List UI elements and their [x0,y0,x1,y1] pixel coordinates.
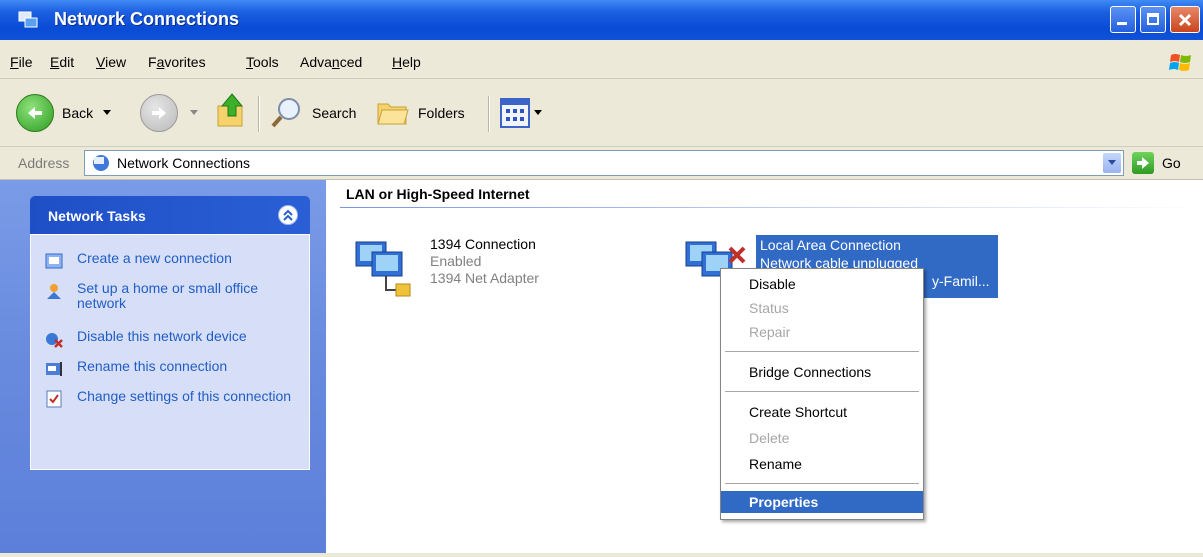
address-value: Network Connections [117,155,251,171]
chevron-down-icon [103,110,112,115]
back-arrow-icon [16,94,54,132]
group-divider [340,207,1200,208]
menu-view[interactable]: View [96,54,126,70]
window-bottom-edge [0,553,1203,557]
menu-favorites[interactable]: Favorites [148,54,206,70]
address-input[interactable]: Network Connections [84,150,1124,176]
menu-item-create-shortcut[interactable]: Create Shortcut [721,401,923,423]
address-dropdown-button[interactable] [1103,153,1121,173]
disable-device-icon [46,333,63,348]
views-icon [500,98,530,128]
task-change-settings[interactable]: Change settings of this connection [45,389,305,408]
address-bar: Address Network Connections Go [0,147,1203,180]
back-button[interactable]: Back [16,94,112,132]
connection-name: 1394 Connection [430,236,536,252]
collapse-button[interactable] [278,205,298,225]
minimize-icon [1117,22,1127,25]
menu-item-rename[interactable]: Rename [721,453,923,475]
network-connections-icon [93,155,109,171]
network-connection-icon [355,241,411,297]
chevron-up-icon [283,209,293,221]
menu-item-disable[interactable]: Disable [721,273,923,295]
task-create-connection[interactable]: Create a new connection [45,251,305,270]
menu-file[interactable]: File [10,54,33,70]
views-button[interactable] [500,98,542,128]
menu-item-properties[interactable]: Properties [721,491,923,513]
group-title: LAN or High-Speed Internet [346,186,530,202]
up-folder-button[interactable] [214,92,248,130]
title-bar[interactable]: Network Connections [0,0,1203,40]
toolbar-separator [258,96,260,132]
network-tasks-title: Network Tasks [48,208,146,224]
network-tasks-panel: Network Tasks Create a new connection Se… [30,196,310,470]
folders-icon [377,103,409,125]
menu-item-delete: Delete [749,430,790,446]
menu-separator [725,351,919,352]
maximize-icon [1147,13,1159,25]
menu-edit[interactable]: Edit [50,54,74,70]
menu-item-bridge-connections[interactable]: Bridge Connections [721,361,923,383]
menu-help[interactable]: Help [392,54,421,70]
chevron-down-icon [534,110,542,115]
menu-tools[interactable]: Tools [246,54,279,70]
go-label[interactable]: Go [1162,155,1181,171]
toolbar: Back Search Folders [0,80,1203,147]
task-pane: Network Tasks Create a new connection Se… [0,180,326,557]
task-disable-device[interactable]: Disable this network device [45,329,305,348]
menu-advanced[interactable]: Advanced [300,54,362,70]
home-network-icon [47,284,61,299]
connection-device: y-Famil... [932,273,990,289]
menu-separator [725,483,919,484]
menu-separator [725,391,919,392]
task-rename-connection[interactable]: Rename this connection [45,359,305,378]
chevron-down-icon [190,110,198,115]
menu-item-repair: Repair [749,324,791,340]
menu-item-status: Status [749,300,789,316]
settings-icon [46,390,62,408]
folders-button[interactable]: Folders [376,98,465,128]
network-connections-icon [18,11,38,28]
windows-logo-icon [1169,54,1191,71]
connection-name: Local Area Connection [760,237,901,253]
up-folder-icon [217,93,244,127]
task-home-network[interactable]: Set up a home or small office network [45,281,305,311]
context-menu: Disable Status Repair Bridge Connections… [720,268,924,520]
close-button[interactable] [1170,6,1200,33]
connection-1394[interactable]: 1394 Connection Enabled 1394 Net Adapter [350,232,610,312]
network-tasks-list: Create a new connection Set up a home or… [30,234,310,470]
address-label: Address [18,155,70,171]
forward-button[interactable] [140,94,198,132]
rename-icon [46,362,62,376]
search-icon [271,98,300,128]
menu-bar: File Edit View Favorites Tools Advanced … [0,46,1203,79]
maximize-button[interactable] [1140,6,1166,33]
close-icon [1178,13,1192,27]
network-connections-window: Network Connections File Edit View Favor… [0,0,1203,557]
network-tasks-header[interactable]: Network Tasks [30,196,310,234]
forward-arrow-icon [140,94,178,132]
go-arrow-icon [1137,157,1149,169]
toolbar-separator [488,96,490,132]
connection-status: Enabled [430,253,482,269]
go-button[interactable] [1132,152,1154,174]
new-connection-icon [45,253,63,269]
search-button[interactable]: Search [270,96,356,130]
minimize-button[interactable] [1110,6,1136,33]
connection-device: 1394 Net Adapter [430,270,539,286]
window-title: Network Connections [54,9,240,29]
chevron-down-icon [1108,160,1116,165]
